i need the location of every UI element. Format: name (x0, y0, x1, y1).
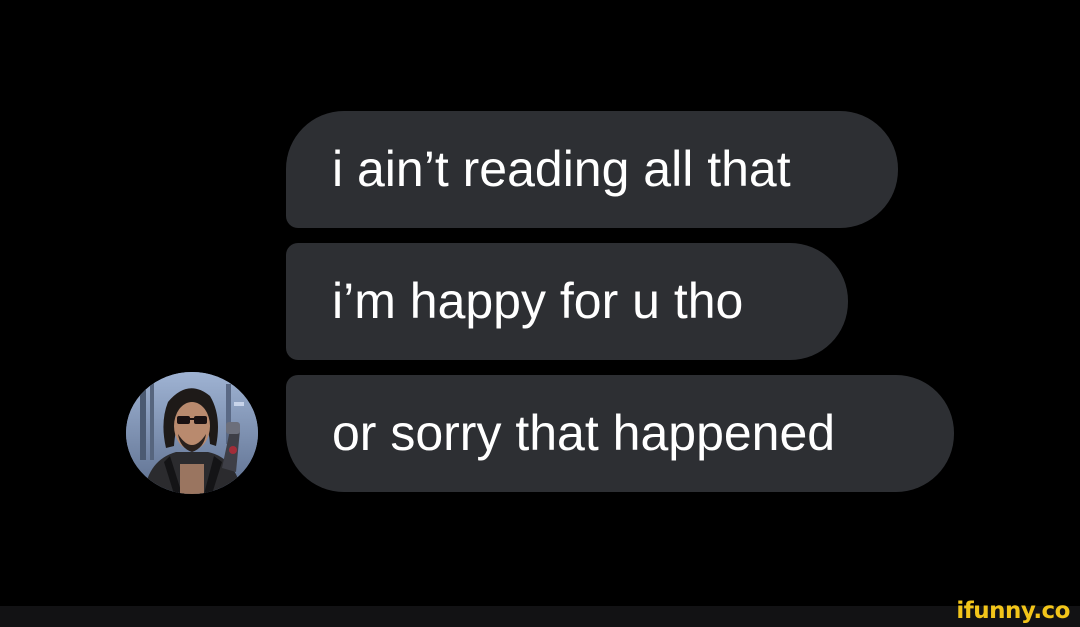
message-bubble[interactable]: i’m happy for u tho (286, 243, 848, 360)
message-bubble[interactable]: or sorry that happened (286, 375, 954, 492)
chat-screen: i ain’t reading all that i’m happy for u… (0, 0, 1080, 627)
message-text: i ain’t reading all that (332, 141, 791, 197)
avatar-portrait (126, 372, 258, 494)
watermark-logo: ifunny.co (956, 598, 1070, 624)
message-text: or sorry that happened (332, 405, 836, 461)
message-text: i’m happy for u tho (332, 273, 744, 329)
avatar[interactable] (126, 372, 258, 494)
message-bubble[interactable]: i ain’t reading all that (286, 111, 898, 228)
footer-bar (0, 606, 1080, 627)
